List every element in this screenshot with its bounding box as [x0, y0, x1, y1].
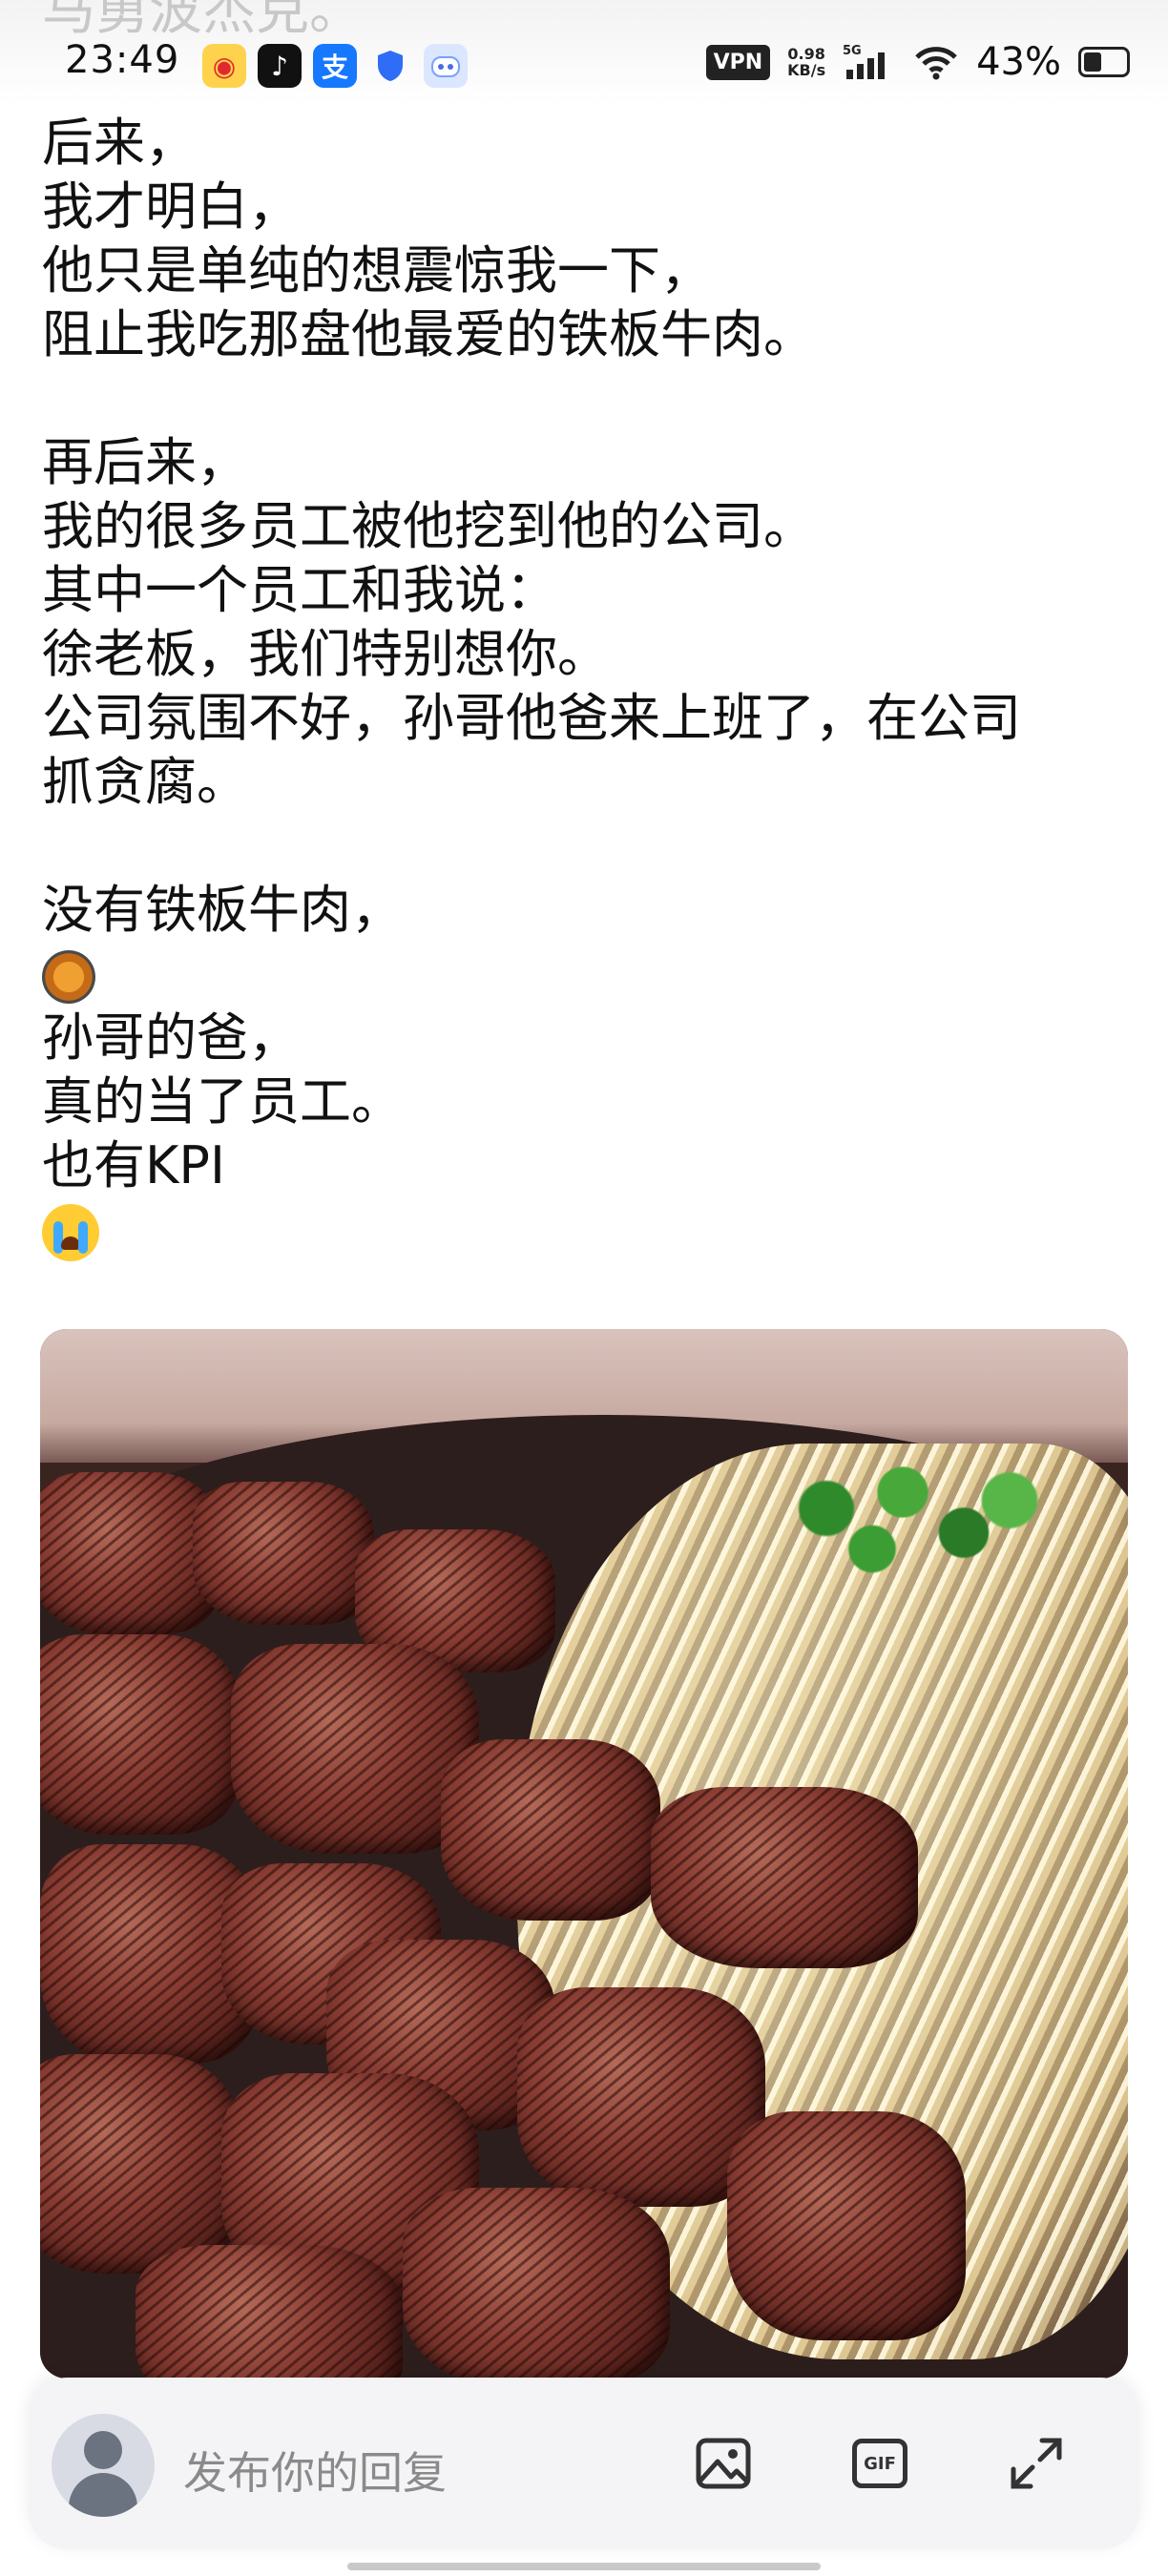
- net-speed: 0.98 KB/s: [787, 46, 825, 78]
- post-line: 孙哥的爸，: [42, 1008, 300, 1068]
- avatar-body: [69, 2473, 137, 2517]
- post-body: 后来， 我才明白， 他只是单纯的想震惊我一下， 阻止我吃那盘他最爱的铁板牛肉。 …: [42, 111, 1139, 1262]
- post-line: 我才明白，: [42, 177, 300, 237]
- post-line: 我的很多员工被他挖到他的公司。: [42, 496, 815, 556]
- beef-piece: [40, 1634, 240, 1835]
- post-line: 抓贪腐。: [42, 752, 248, 812]
- avatar-head: [84, 2431, 122, 2469]
- beef-piece: [651, 1787, 918, 1968]
- post-line: 也有KPI: [42, 1135, 225, 1195]
- beef-piece: [193, 1482, 374, 1625]
- post-line: 后来，: [42, 113, 197, 173]
- battery-percent: 43%: [976, 40, 1061, 84]
- weibo-icon: ◉: [202, 44, 246, 88]
- beef-piece: [403, 2188, 670, 2379]
- beef-piece: [727, 2111, 966, 2340]
- user-avatar[interactable]: [52, 2414, 155, 2517]
- beef-piece: [40, 2054, 240, 2274]
- reply-bar: 发布你的回复 GIF: [29, 2378, 1139, 2549]
- crying-emoji-icon: [42, 1204, 99, 1262]
- post-line: 公司氛围不好，孙哥他爸来上班了，在公司: [42, 688, 1021, 748]
- cellular-signal-icon: 5G: [843, 44, 886, 79]
- gif-icon[interactable]: GIF: [845, 2429, 914, 2498]
- post-line: 其中一个员工和我说：: [42, 560, 557, 620]
- tiktok-icon: ♪: [258, 44, 302, 88]
- scallion-garnish: [765, 1444, 1071, 1606]
- post-line: [42, 942, 1139, 1006]
- post-line: 阻止我吃那盘他最爱的铁板牛肉。: [42, 304, 815, 364]
- gif-label: GIF: [852, 2439, 907, 2488]
- post-line: 再后来，: [42, 432, 248, 492]
- battery-icon: [1078, 47, 1130, 77]
- image-picker-icon[interactable]: [689, 2429, 758, 2498]
- reply-input[interactable]: 发布你的回复: [183, 2439, 447, 2502]
- alipay-icon: 支: [313, 44, 357, 88]
- post-detail-page: 马勇波杰克。 23:49 ◉ ♪ 支 VPN 0.98 KB/s 5G 43% …: [0, 0, 1168, 2576]
- status-indicators: VPN 0.98 KB/s 5G 43%: [705, 40, 1130, 84]
- shield-icon: [368, 44, 412, 88]
- pan-emoji-icon: [42, 950, 95, 1005]
- battery-level: [1084, 52, 1101, 72]
- post-line: 他只是单纯的想震惊我一下，: [42, 240, 712, 301]
- wifi-icon: [915, 47, 957, 80]
- post-line: 真的当了员工。: [42, 1071, 403, 1132]
- bot-icon: [424, 44, 468, 88]
- post-blank-line: [42, 366, 1139, 430]
- post-line: 徐老板，我们特别想你。: [42, 624, 609, 684]
- post-image[interactable]: [40, 1329, 1128, 2379]
- net-speed-value: 0.98: [787, 45, 825, 63]
- notification-icons: ◉ ♪ 支: [202, 44, 468, 88]
- post-blank-line: [42, 814, 1139, 878]
- post-line: [42, 1197, 1139, 1262]
- beef-piece: [136, 2245, 403, 2379]
- network-type: 5G: [843, 44, 862, 58]
- post-line: 没有铁板牛肉，: [42, 880, 403, 940]
- net-speed-unit: KB/s: [787, 61, 826, 79]
- status-time: 23:49: [65, 38, 180, 82]
- status-bar: 马勇波杰克。 23:49 ◉ ♪ 支 VPN 0.98 KB/s 5G 43%: [0, 0, 1168, 105]
- vpn-badge: VPN: [705, 44, 771, 80]
- home-indicator[interactable]: [347, 2563, 821, 2570]
- beef-piece: [441, 1739, 660, 1921]
- expand-icon[interactable]: [1002, 2429, 1071, 2498]
